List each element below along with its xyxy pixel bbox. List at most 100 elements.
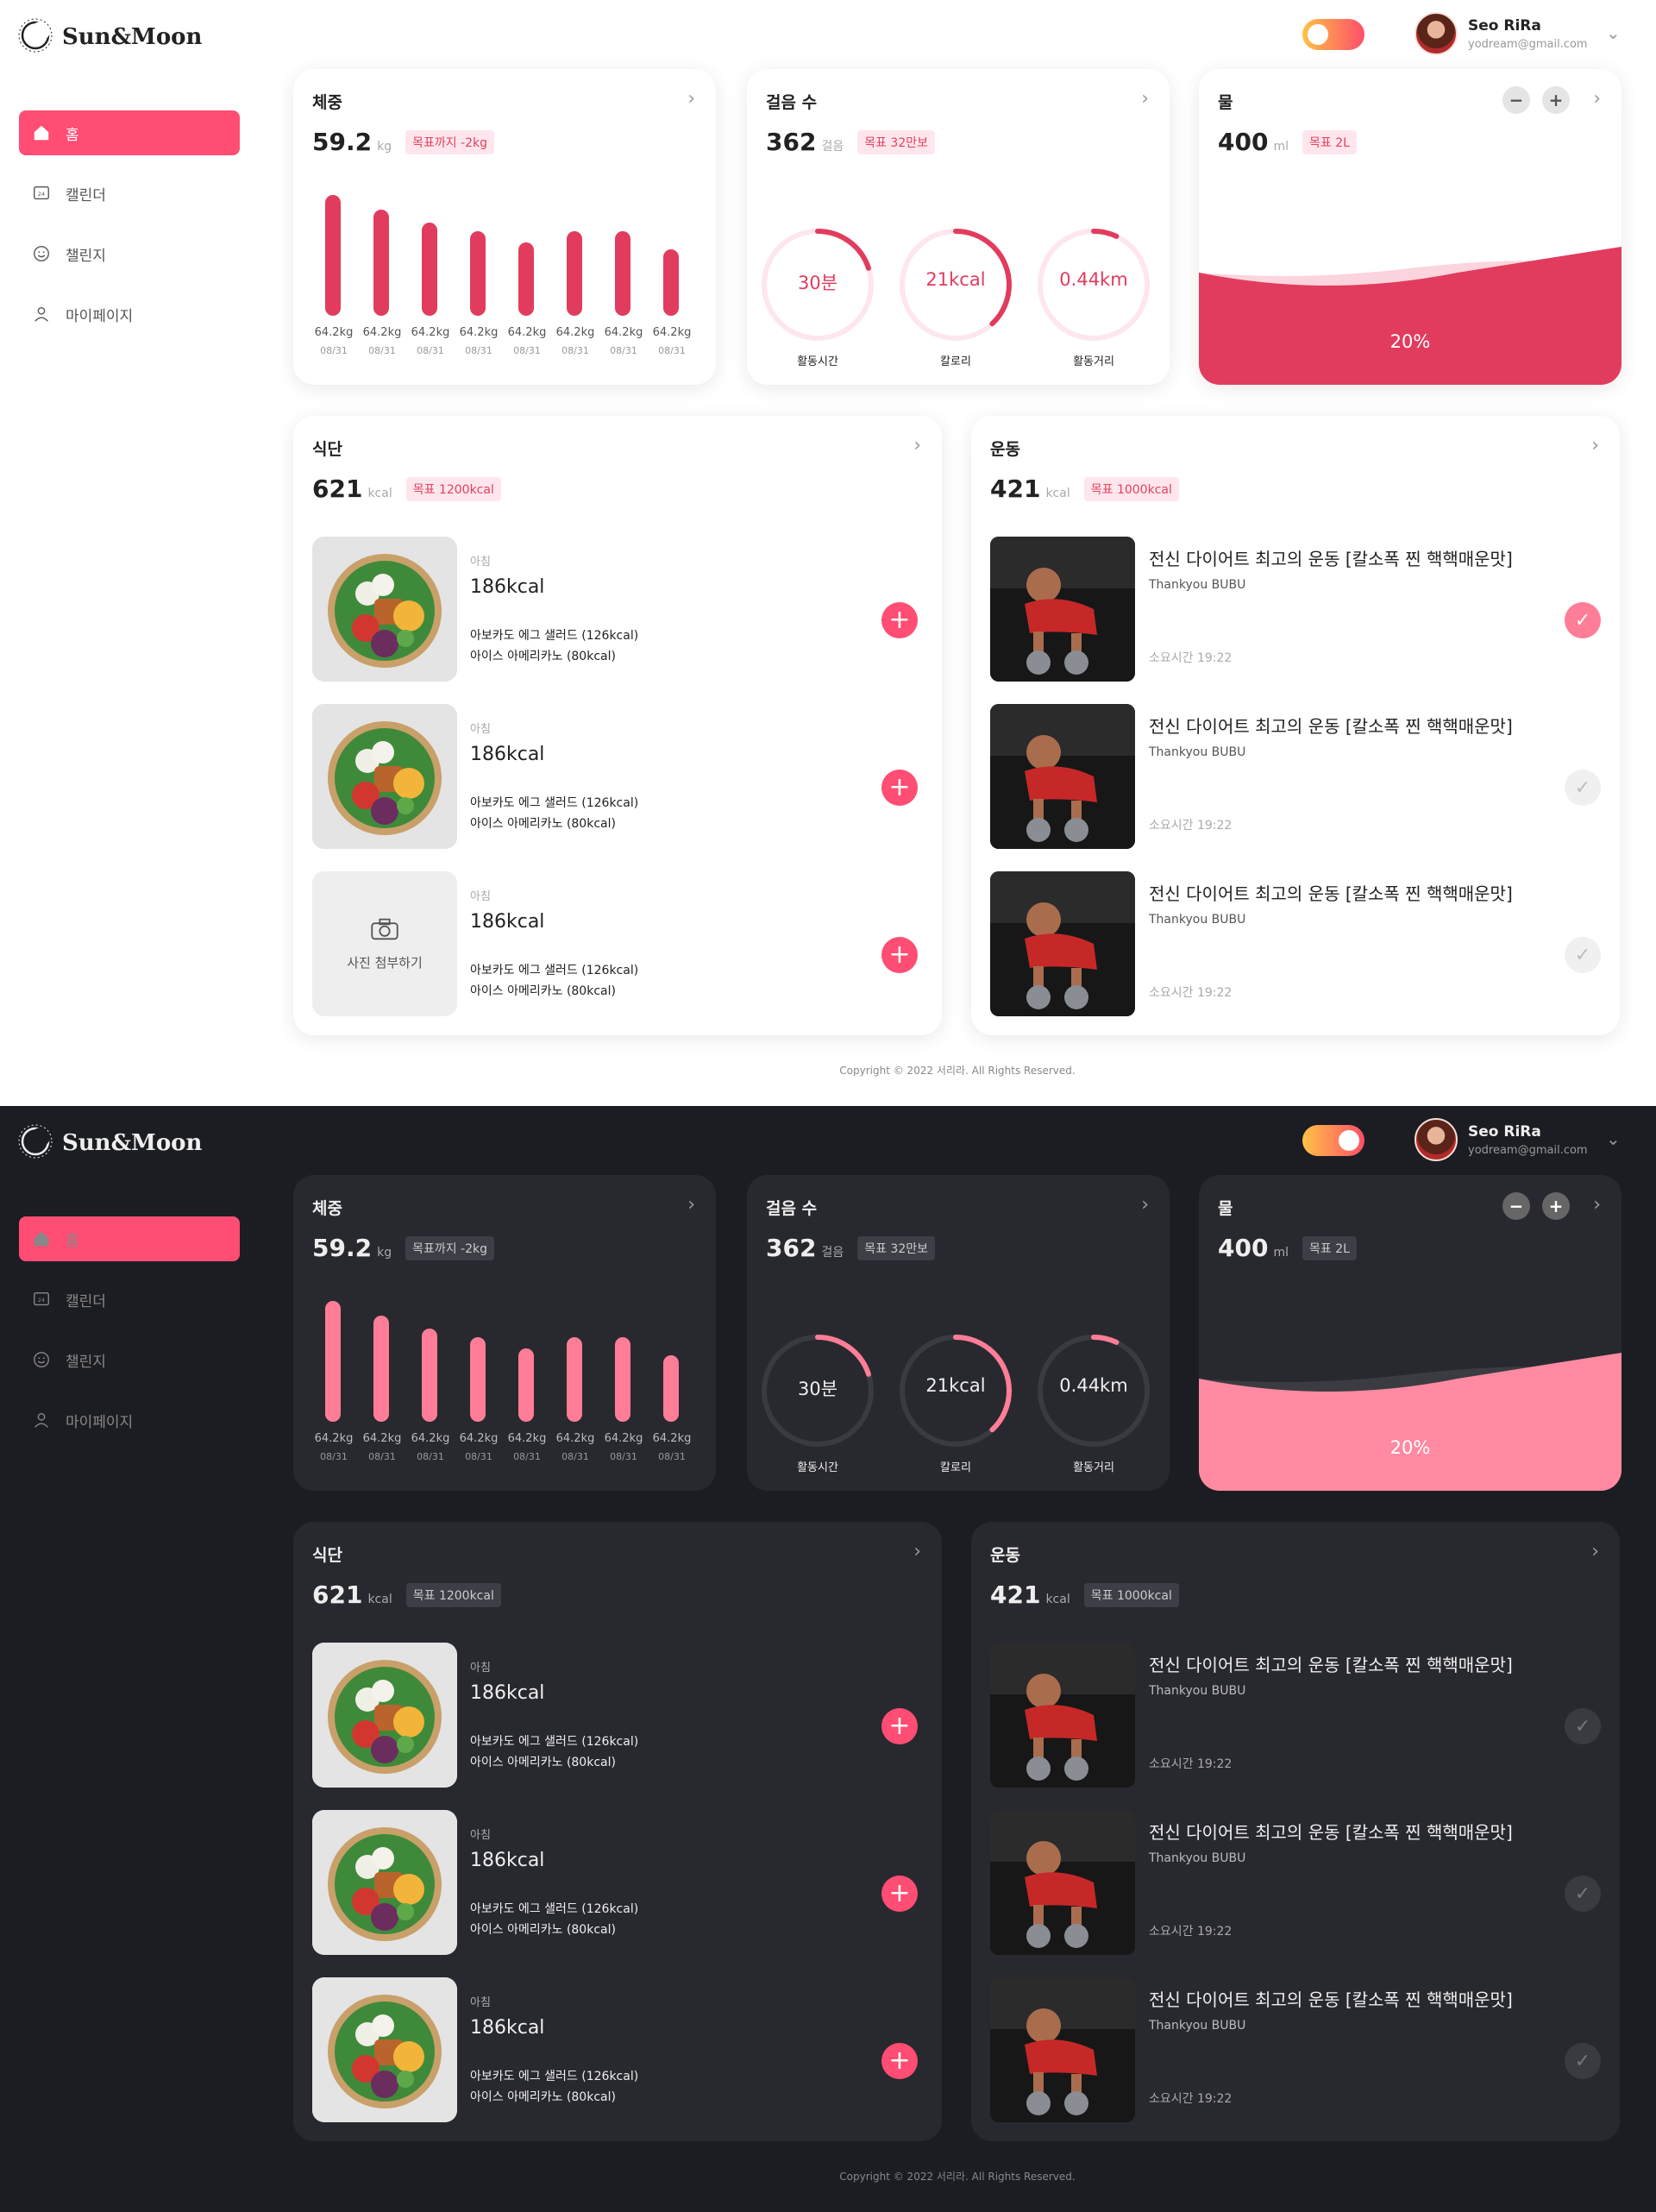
bar-column: 64.2kg 08/31 xyxy=(602,1304,645,1503)
exercise-title[interactable]: 전신 다이어트 최고의 운동 [칼소폭 찐 핵핵매운맛] xyxy=(1149,1819,1513,1844)
minus-button[interactable]: − xyxy=(1502,86,1530,114)
chevron-right-icon[interactable]: › xyxy=(1593,1194,1601,1216)
meal-photo[interactable] xyxy=(312,537,457,682)
complete-check-button[interactable]: ✓ xyxy=(1565,770,1601,806)
chevron-down-icon[interactable]: ⌄ xyxy=(1606,1128,1621,1149)
bar-date-label: 08/31 xyxy=(368,1451,396,1462)
chevron-right-icon[interactable]: › xyxy=(1591,1541,1599,1562)
chevron-right-icon[interactable]: › xyxy=(1141,1194,1149,1216)
check-icon: ✓ xyxy=(1574,1715,1591,1738)
sun-moon-logo-icon xyxy=(17,17,53,57)
chevron-right-icon[interactable]: › xyxy=(687,88,695,110)
card-title: 물 xyxy=(1218,1199,1233,1218)
meal-item: 아보카도 에그 샐러드 (126kcal) xyxy=(470,964,639,977)
chevron-right-icon[interactable]: › xyxy=(913,1541,921,1562)
ring-caption: 활동시간 xyxy=(797,355,838,368)
water-wave xyxy=(1199,1353,1622,1491)
brand-name: Sun&Moon xyxy=(62,1130,203,1156)
user-profile[interactable]: Seo RiRa yodream@gmail.com xyxy=(1414,1118,1588,1161)
sidebar-item-1[interactable]: 24 캘린더 xyxy=(19,171,240,216)
avatar xyxy=(1414,1118,1458,1161)
meal-kcal: 186kcal xyxy=(470,911,545,933)
meal-photo[interactable] xyxy=(312,1977,457,2122)
sidebar-item-3[interactable]: 마이페이지 xyxy=(19,292,240,336)
complete-check-button[interactable]: ✓ xyxy=(1565,2043,1601,2079)
steps-value: 362 xyxy=(766,128,817,156)
plus-button[interactable]: + xyxy=(1542,1192,1570,1220)
chevron-right-icon[interactable]: › xyxy=(1593,88,1601,110)
sidebar-item-label: 캘린더 xyxy=(66,1292,106,1310)
meal-photo[interactable] xyxy=(312,704,457,849)
svg-text:24: 24 xyxy=(38,1297,45,1304)
exercise-video-thumbnail[interactable] xyxy=(990,704,1135,849)
exercise-channel: Thankyou BUBU xyxy=(1149,913,1246,927)
sidebar-item-label: 홈 xyxy=(66,126,79,144)
bar-date-label: 08/31 xyxy=(513,1451,541,1462)
bar-date-label: 08/31 xyxy=(610,345,637,356)
add-meal-button[interactable]: + xyxy=(881,1708,918,1744)
check-icon: ✓ xyxy=(1574,1882,1591,1905)
chevron-right-icon[interactable]: › xyxy=(1591,435,1599,456)
photo-upload-button[interactable]: 사진 첨부하기 xyxy=(312,871,457,1016)
chevron-right-icon[interactable]: › xyxy=(913,435,921,456)
bar-column: 64.2kg 08/31 xyxy=(554,198,597,397)
user-profile[interactable]: Seo RiRa yodream@gmail.com xyxy=(1414,12,1588,55)
water-card: 물 − + › 400 ml 목표 2L 20% xyxy=(1199,69,1622,385)
minus-button[interactable]: − xyxy=(1502,1192,1530,1220)
plus-button[interactable]: + xyxy=(1542,86,1570,114)
exercise-title[interactable]: 전신 다이어트 최고의 운동 [칼소폭 찐 핵핵매운맛] xyxy=(1149,713,1513,738)
complete-check-button[interactable]: ✓ xyxy=(1565,1708,1601,1744)
exercise-video-thumbnail[interactable] xyxy=(990,871,1135,1016)
add-meal-button[interactable]: + xyxy=(881,937,918,973)
exercise-title[interactable]: 전신 다이어트 최고의 운동 [칼소폭 찐 핵핵매운맛] xyxy=(1149,1651,1513,1676)
bar-column: 64.2kg 08/31 xyxy=(457,198,500,397)
complete-check-button[interactable]: ✓ xyxy=(1565,602,1601,638)
bar-column: 64.2kg 08/31 xyxy=(554,1304,597,1503)
add-meal-button[interactable]: + xyxy=(881,602,918,638)
steps-card: 걸음 수 › 362 걸음 목표 32만보 30분 활동시간 21kcal 칼로리 0.44km 활… xyxy=(747,1175,1170,1491)
sidebar-item-0[interactable]: 홈 xyxy=(19,110,240,155)
brand-logo[interactable]: Sun&Moon xyxy=(17,1123,202,1163)
add-meal-button[interactable]: + xyxy=(881,770,918,806)
ring-value: 21kcal xyxy=(925,1375,986,1396)
complete-check-button[interactable]: ✓ xyxy=(1565,937,1601,973)
sidebar-item-1[interactable]: 24 캘린더 xyxy=(19,1277,240,1322)
exercise-title[interactable]: 전신 다이어트 최고의 운동 [칼소폭 찐 핵핵매운맛] xyxy=(1149,1986,1513,2011)
bar-value-label: 64.2kg xyxy=(411,1432,450,1445)
exercise-duration: 소요시간 19:22 xyxy=(1149,2092,1233,2106)
complete-check-button[interactable]: ✓ xyxy=(1565,1876,1601,1912)
sidebar-item-0[interactable]: 홈 xyxy=(19,1216,240,1261)
add-meal-button[interactable]: + xyxy=(881,1876,918,1912)
meal-kcal: 186kcal xyxy=(470,576,545,598)
home-icon xyxy=(31,123,52,143)
sidebar-item-2[interactable]: 챌린지 xyxy=(19,231,240,276)
card-title: 식단 xyxy=(312,440,342,459)
meal-photo[interactable] xyxy=(312,1643,457,1788)
weight-unit: kg xyxy=(377,1246,392,1260)
meal-photo[interactable] xyxy=(312,1810,457,1955)
user-name: Seo RiRa xyxy=(1468,1122,1541,1141)
chevron-down-icon[interactable]: ⌄ xyxy=(1606,22,1621,43)
goal-badge: 목표 1200kcal xyxy=(405,1582,501,1607)
exercise-title[interactable]: 전신 다이어트 최고의 운동 [칼소폭 찐 핵핵매운맛] xyxy=(1149,545,1513,570)
sidebar-item-label: 챌린지 xyxy=(66,247,106,265)
brand-logo[interactable]: Sun&Moon xyxy=(17,17,202,57)
meal-tag: 아침 xyxy=(470,890,491,903)
exercise-video-thumbnail[interactable] xyxy=(990,1810,1135,1955)
sidebar-item-2[interactable]: 챌린지 xyxy=(19,1337,240,1382)
bar-column: 64.2kg 08/31 xyxy=(312,1301,355,1503)
toggle-knob xyxy=(1339,1130,1359,1151)
weight-bar xyxy=(615,231,630,316)
home-icon xyxy=(31,1229,52,1249)
exercise-video-thumbnail[interactable] xyxy=(990,537,1135,682)
sidebar-item-3[interactable]: 마이페이지 xyxy=(19,1398,240,1442)
exercise-video-thumbnail[interactable] xyxy=(990,1977,1135,2122)
theme-toggle[interactable] xyxy=(1302,1125,1364,1156)
chevron-right-icon[interactable]: › xyxy=(687,1194,695,1216)
bar-value-label: 64.2kg xyxy=(362,1432,402,1445)
exercise-video-thumbnail[interactable] xyxy=(990,1643,1135,1788)
chevron-right-icon[interactable]: › xyxy=(1141,88,1149,110)
add-meal-button[interactable]: + xyxy=(881,2043,918,2079)
exercise-title[interactable]: 전신 다이어트 최고의 운동 [칼소폭 찐 핵핵매운맛] xyxy=(1149,880,1513,905)
theme-toggle[interactable] xyxy=(1302,19,1364,50)
